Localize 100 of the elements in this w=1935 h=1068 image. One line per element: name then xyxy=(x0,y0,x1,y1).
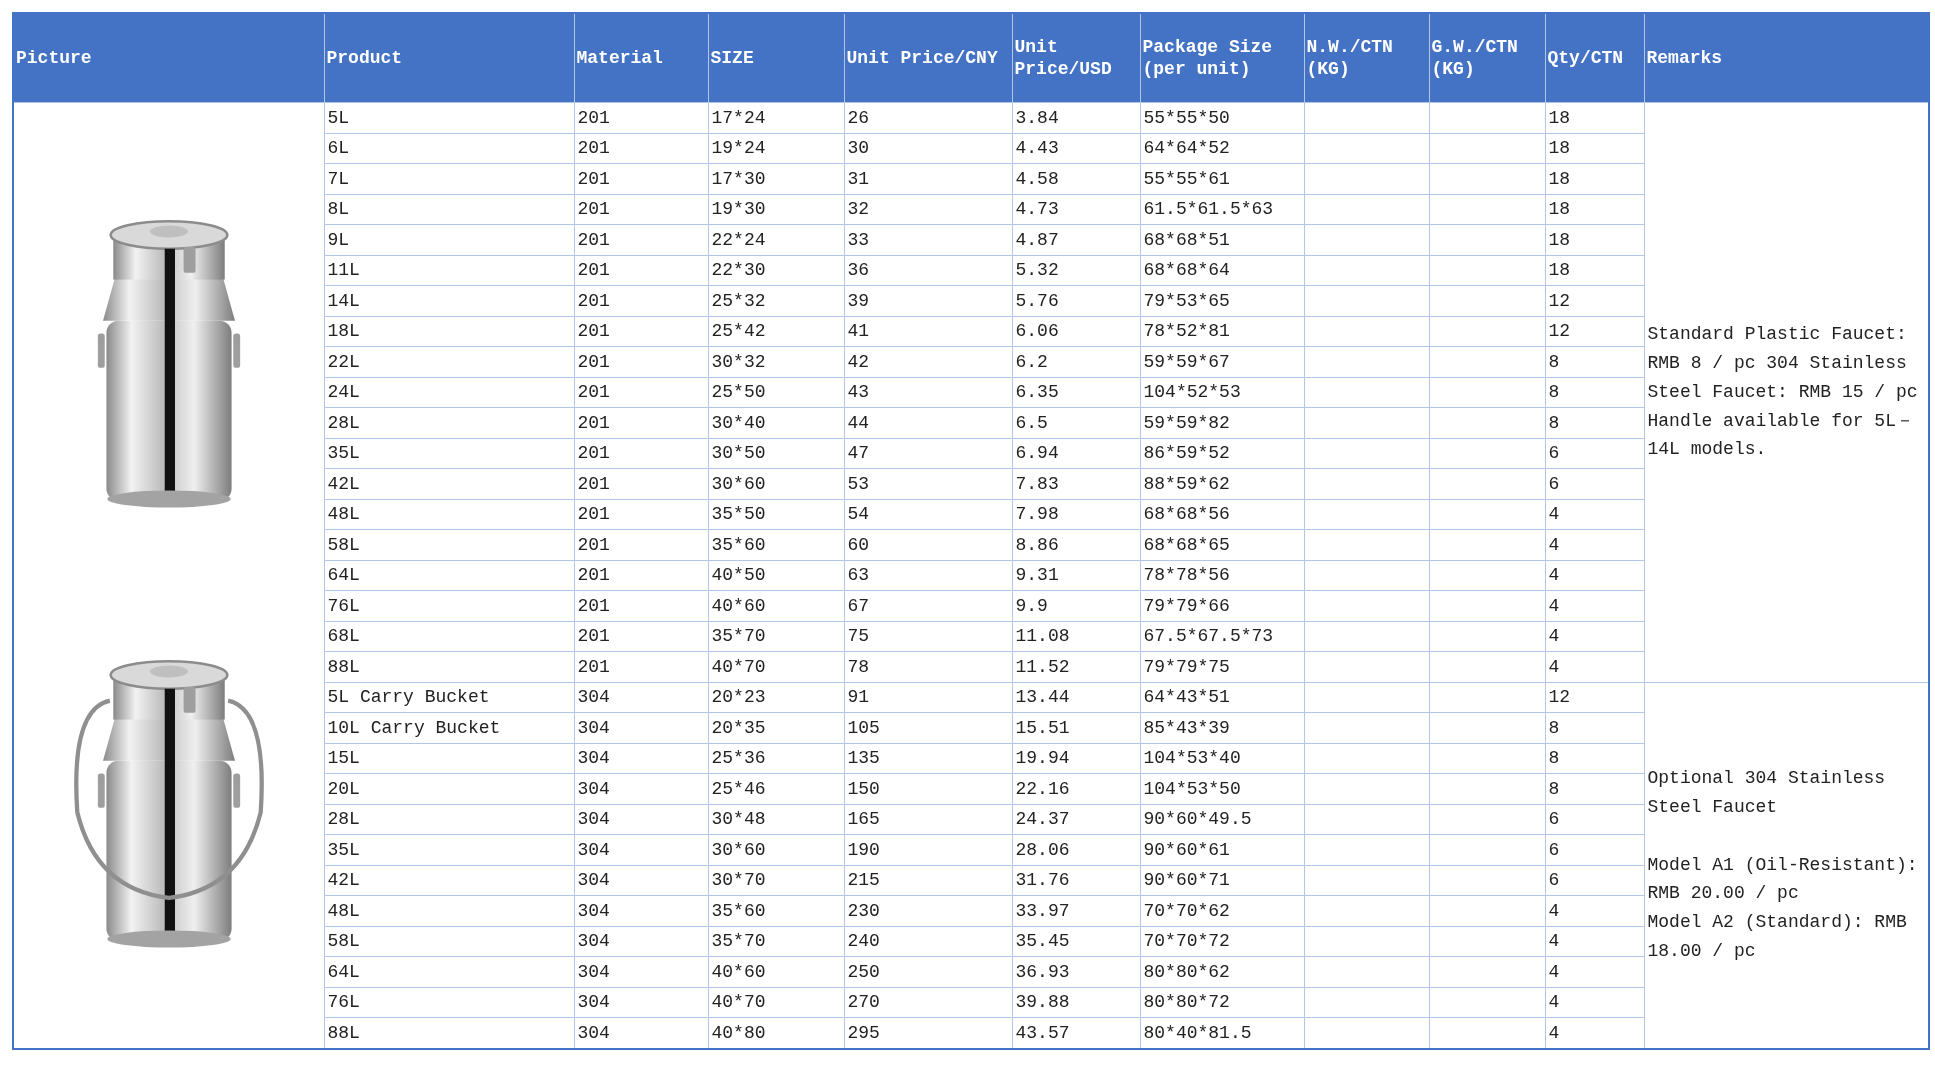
table-cell: 11.08 xyxy=(1012,621,1140,652)
table-cell: 54 xyxy=(844,499,1012,530)
table-cell: 88L xyxy=(324,651,574,682)
table-cell: 6.5 xyxy=(1012,407,1140,438)
table-cell: 20*23 xyxy=(708,682,844,713)
table-cell: 40*70 xyxy=(708,651,844,682)
table-cell: 304 xyxy=(574,865,708,896)
column-header: SIZE xyxy=(708,13,844,103)
table-cell: 30*70 xyxy=(708,865,844,896)
table-cell: 25*46 xyxy=(708,773,844,804)
table-cell: 20L xyxy=(324,773,574,804)
table-cell: 201 xyxy=(574,224,708,255)
column-header: Package Size (per unit) xyxy=(1140,13,1304,103)
table-cell: 13.44 xyxy=(1012,682,1140,713)
table-cell: 250 xyxy=(844,956,1012,987)
table-cell: 44 xyxy=(844,407,1012,438)
table-cell: 36 xyxy=(844,255,1012,286)
table-cell: 40*60 xyxy=(708,590,844,621)
table-cell: 4.58 xyxy=(1012,163,1140,194)
table-cell: 304 xyxy=(574,773,708,804)
table-cell: 190 xyxy=(844,834,1012,865)
table-cell: 18L xyxy=(324,316,574,347)
table-cell: 201 xyxy=(574,194,708,225)
table-cell: 25*36 xyxy=(708,743,844,774)
table-cell: 6.35 xyxy=(1012,377,1140,408)
column-header: Material xyxy=(574,13,708,103)
table-cell: 201 xyxy=(574,255,708,286)
table-cell: 22*24 xyxy=(708,224,844,255)
table-cell: 201 xyxy=(574,651,708,682)
table-cell: 215 xyxy=(844,865,1012,896)
table-cell: 20*35 xyxy=(708,712,844,743)
table-cell: 19*24 xyxy=(708,133,844,164)
table-cell: 10L Carry Bucket xyxy=(324,712,574,743)
table-cell: 24L xyxy=(324,377,574,408)
table-cell: 201 xyxy=(574,468,708,499)
table-cell: 31.76 xyxy=(1012,865,1140,896)
table-cell: 35L xyxy=(324,834,574,865)
table-cell: 64L xyxy=(324,560,574,591)
table-cell: 5.32 xyxy=(1012,255,1140,286)
table-cell: 17*24 xyxy=(708,102,844,133)
table-cell: 9L xyxy=(324,224,574,255)
table-cell: 35*70 xyxy=(708,621,844,652)
table-cell: 48L xyxy=(324,499,574,530)
table-cell: 22.16 xyxy=(1012,773,1140,804)
table-cell: 304 xyxy=(574,926,708,957)
table-cell: 7L xyxy=(324,163,574,194)
table-cell: 19.94 xyxy=(1012,743,1140,774)
table-cell: 48L xyxy=(324,895,574,926)
table-cell: 35*60 xyxy=(708,529,844,560)
table-cell: 35.45 xyxy=(1012,926,1140,957)
table-cell: 60 xyxy=(844,529,1012,560)
table-cell: 150 xyxy=(844,773,1012,804)
table-cell: 11L xyxy=(324,255,574,286)
table-cell: 61.5*61.5*63 xyxy=(1140,194,1304,225)
table-cell: 68*68*64 xyxy=(1140,255,1304,286)
table-cell: 304 xyxy=(574,895,708,926)
table-cell: 64*64*52 xyxy=(1140,133,1304,164)
table-cell: 30*50 xyxy=(708,438,844,469)
table-cell: 11.52 xyxy=(1012,651,1140,682)
table-cell: 30*60 xyxy=(708,834,844,865)
table-cell: 25*42 xyxy=(708,316,844,347)
table-cell: 33.97 xyxy=(1012,895,1140,926)
table-cell: 80*80*72 xyxy=(1140,987,1304,1018)
table-cell: 304 xyxy=(574,834,708,865)
table-cell: 43 xyxy=(844,377,1012,408)
table-cell: 75 xyxy=(844,621,1012,652)
table-cell: 80*80*62 xyxy=(1140,956,1304,987)
table-cell: 68*68*56 xyxy=(1140,499,1304,530)
table-cell: 78*78*56 xyxy=(1140,560,1304,591)
table-cell: 90*60*61 xyxy=(1140,834,1304,865)
table-cell: 201 xyxy=(574,285,708,316)
table-cell: 35*60 xyxy=(708,895,844,926)
table-cell: 35*70 xyxy=(708,926,844,957)
table-cell: 25*50 xyxy=(708,377,844,408)
table-cell: 33 xyxy=(844,224,1012,255)
table-cell: 59*59*82 xyxy=(1140,407,1304,438)
table-cell: 76L xyxy=(324,590,574,621)
table-cell: 30*32 xyxy=(708,346,844,377)
table-cell: 32 xyxy=(844,194,1012,225)
table-cell: 5L Carry Bucket xyxy=(324,682,574,713)
table-cell: 76L xyxy=(324,987,574,1018)
table-cell: 201 xyxy=(574,102,708,133)
table-cell: 104*53*40 xyxy=(1140,743,1304,774)
table-cell: 64L xyxy=(324,956,574,987)
table-cell: 35L xyxy=(324,438,574,469)
table-cell: 201 xyxy=(574,133,708,164)
table-cell: 201 xyxy=(574,529,708,560)
table-cell: 79*79*66 xyxy=(1140,590,1304,621)
table-cell: 63 xyxy=(844,560,1012,591)
table-cell: 304 xyxy=(574,956,708,987)
table-cell: 201 xyxy=(574,377,708,408)
table-cell: 53 xyxy=(844,468,1012,499)
table-cell: 40*70 xyxy=(708,987,844,1018)
table-cell: 91 xyxy=(844,682,1012,713)
table-cell: 86*59*52 xyxy=(1140,438,1304,469)
table-cell: 4.73 xyxy=(1012,194,1140,225)
column-header: Unit Price/CNY xyxy=(844,13,1012,103)
table-cell: 26 xyxy=(844,102,1012,133)
table-cell: 28L xyxy=(324,804,574,835)
table-cell: 15.51 xyxy=(1012,712,1140,743)
